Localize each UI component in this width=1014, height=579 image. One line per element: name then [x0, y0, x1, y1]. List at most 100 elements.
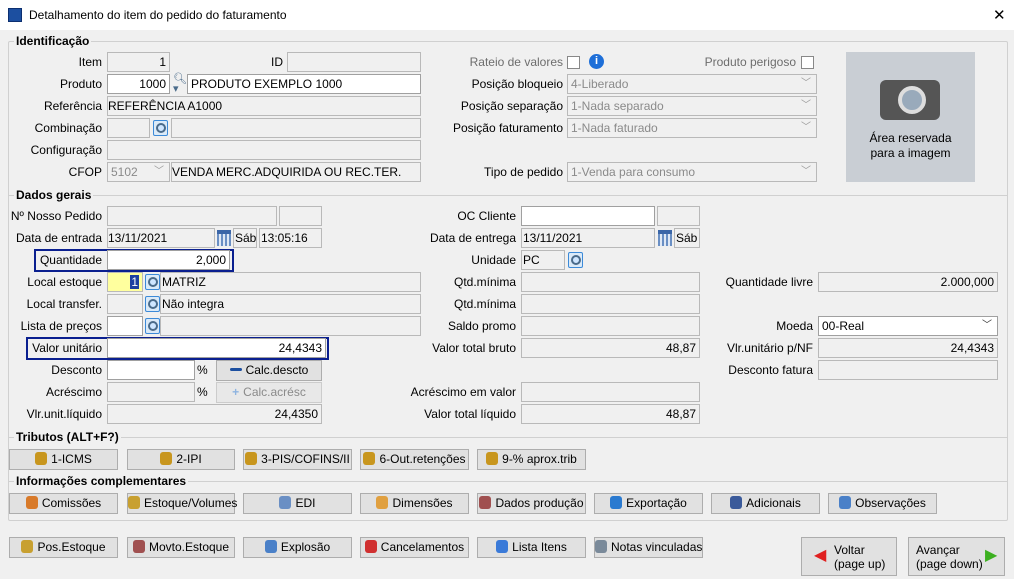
- cancelamentos-button[interactable]: Cancelamentos: [360, 537, 469, 558]
- acrescimo-label: Acréscimo: [45, 385, 102, 399]
- quantidade-label: Quantidade: [39, 253, 102, 267]
- rateio-label: Rateio de valores: [469, 55, 563, 69]
- calendar-icon[interactable]: [658, 230, 672, 246]
- lista-itens-button[interactable]: Lista Itens: [477, 537, 586, 558]
- produto-perigoso-checkbox[interactable]: [801, 56, 814, 69]
- posicao-faturamento-select[interactable]: 1-Nada faturado ﹀: [567, 118, 817, 138]
- cancelamentos-label: Cancelamentos: [380, 540, 465, 554]
- saldo-promo-label: Saldo promo: [447, 319, 516, 333]
- valor-total-liquido-label: Valor total líquido: [424, 407, 516, 421]
- data-entrega-field[interactable]: 13/11/2021: [521, 228, 655, 248]
- produto-perigoso-label: Produto perigoso: [704, 55, 796, 69]
- pos-estoque-label: Pos.Estoque: [37, 540, 106, 554]
- observacoes-label: Observações: [855, 496, 926, 510]
- qtd-minima-label: Qtd.mínima: [453, 275, 516, 289]
- local-estoque-label: Local estoque: [27, 275, 102, 289]
- tributos-title: Tributos (ALT+F?): [14, 430, 121, 444]
- close-button[interactable]: ✕: [993, 6, 1006, 24]
- combinacao-label: Combinação: [34, 121, 102, 135]
- rateio-checkbox[interactable]: [567, 56, 580, 69]
- data-entrega-day: Sáb: [674, 228, 700, 248]
- voltar-button[interactable]: ◀ Voltar (page up): [801, 537, 897, 576]
- camera-icon: [880, 80, 940, 120]
- pos-estoque-button[interactable]: Pos.Estoque: [9, 537, 118, 558]
- calendar-icon[interactable]: [217, 230, 231, 246]
- vlr-unit-liquido-label: Vlr.unit.líquido: [26, 407, 102, 421]
- nosso-pedido-label: Nº Nosso Pedido: [10, 209, 102, 223]
- posicao-faturamento-value: 1-Nada faturado: [571, 121, 658, 135]
- explosao-button[interactable]: Explosão: [243, 537, 352, 558]
- dados-producao-button[interactable]: Dados produção: [477, 493, 586, 514]
- comissoes-button[interactable]: Comissões: [9, 493, 118, 514]
- saldo-promo-field: [521, 316, 700, 336]
- edi-icon: [279, 496, 292, 509]
- pos-estoque-icon: [21, 540, 34, 553]
- local-estoque-input[interactable]: 1: [107, 272, 143, 292]
- valor-unitario-input[interactable]: 24,4343: [107, 338, 326, 358]
- moeda-select[interactable]: 00-Real ﹀: [818, 316, 998, 336]
- local-transfer-search-icon[interactable]: [145, 296, 160, 312]
- comissoes-label: Comissões: [41, 496, 102, 510]
- ipi-button[interactable]: 2-IPI: [127, 449, 235, 470]
- posicao-separacao-label: Posição separação: [460, 99, 563, 113]
- pis-cofins-icon: [245, 452, 258, 465]
- estoque-volumes-label: Estoque/Volumes: [144, 496, 238, 510]
- cfop-select[interactable]: 5102 ﹀: [107, 162, 170, 182]
- pis-cofins-button[interactable]: 3-PIS/COFINS/II: [243, 449, 352, 470]
- combinacao-desc: [171, 118, 421, 138]
- data-entrada-time: 13:05:16: [259, 228, 322, 248]
- avancar-button[interactable]: Avançar (page down) ▶: [908, 537, 1005, 576]
- exportacao-button[interactable]: Exportação: [594, 493, 703, 514]
- info-icon[interactable]: i: [589, 54, 604, 69]
- estoque-volumes-button[interactable]: Estoque/Volumes: [127, 493, 238, 514]
- calc-desconto-label: Calc.descto: [245, 363, 309, 377]
- acrescimo-valor-label: Acréscimo em valor: [410, 385, 516, 399]
- desconto-input[interactable]: [107, 360, 195, 380]
- icms-button[interactable]: 1-ICMS: [9, 449, 118, 470]
- movto-estoque-button[interactable]: Movto.Estoque: [127, 537, 235, 558]
- calc-acrescimo-label: Calc.acrésc: [243, 385, 306, 399]
- chevron-down-icon: ﹀: [801, 166, 811, 177]
- local-transfer-input[interactable]: [107, 294, 143, 314]
- local-estoque-search-icon[interactable]: [145, 274, 160, 290]
- out-retencoes-icon: [363, 452, 376, 465]
- data-entrada-label: Data de entrada: [15, 231, 102, 245]
- produto-label: Produto: [59, 77, 102, 91]
- desconto-fatura-label: Desconto fatura: [728, 363, 813, 377]
- produto-search-icon[interactable]: 🔍︎ ▾: [173, 74, 187, 95]
- produto-name-input[interactable]: PRODUTO EXEMPLO 1000: [187, 74, 421, 94]
- adicionais-button[interactable]: Adicionais: [711, 493, 820, 514]
- product-image-area[interactable]: Área reservada para a imagem: [846, 52, 975, 182]
- posicao-separacao-select[interactable]: 1-Nada separado ﹀: [567, 96, 817, 116]
- adicionais-icon: [730, 496, 743, 509]
- image-text-1: Área reservada: [869, 131, 952, 145]
- posicao-faturamento-label: Posição faturamento: [452, 121, 563, 135]
- lista-precos-input[interactable]: [107, 316, 143, 336]
- combinacao-field: [107, 118, 150, 138]
- quantidade-input[interactable]: 2,000: [107, 250, 230, 270]
- cfop-value: 5102: [111, 165, 138, 179]
- dimensoes-button[interactable]: Dimensões: [360, 493, 469, 514]
- calc-desconto-button[interactable]: Calc.descto: [216, 360, 322, 381]
- notas-vinculadas-button[interactable]: Notas vinculadas: [594, 537, 703, 558]
- acrescimo-input[interactable]: [107, 382, 195, 402]
- posicao-bloqueio-select[interactable]: 4-Liberado ﹀: [567, 74, 817, 94]
- produto-code-input[interactable]: 1000: [107, 74, 170, 94]
- movto-estoque-label: Movto.Estoque: [148, 540, 230, 554]
- observacoes-button[interactable]: Observações: [828, 493, 937, 514]
- oc-cliente-input[interactable]: [521, 206, 655, 226]
- lista-precos-search-icon[interactable]: [145, 318, 160, 334]
- aprox-trib-button[interactable]: 9-% aprox.trib: [477, 449, 586, 470]
- movto-estoque-icon: [132, 540, 145, 553]
- posicao-bloqueio-label: Posição bloqueio: [471, 77, 563, 91]
- tipo-pedido-select[interactable]: 1-Venda para consumo ﹀: [567, 162, 817, 182]
- lista-itens-icon: [496, 540, 509, 553]
- calc-acrescimo-button[interactable]: + Calc.acrésc: [216, 382, 322, 403]
- unidade-search-icon[interactable]: [568, 252, 583, 268]
- valor-total-bruto-label: Valor total bruto: [432, 341, 516, 355]
- combinacao-search-icon[interactable]: [153, 120, 168, 136]
- unidade-field[interactable]: PC: [521, 250, 565, 270]
- edi-button[interactable]: EDI: [243, 493, 352, 514]
- out-retencoes-button[interactable]: 6-Out.retenções: [360, 449, 469, 470]
- minus-icon: [229, 368, 242, 371]
